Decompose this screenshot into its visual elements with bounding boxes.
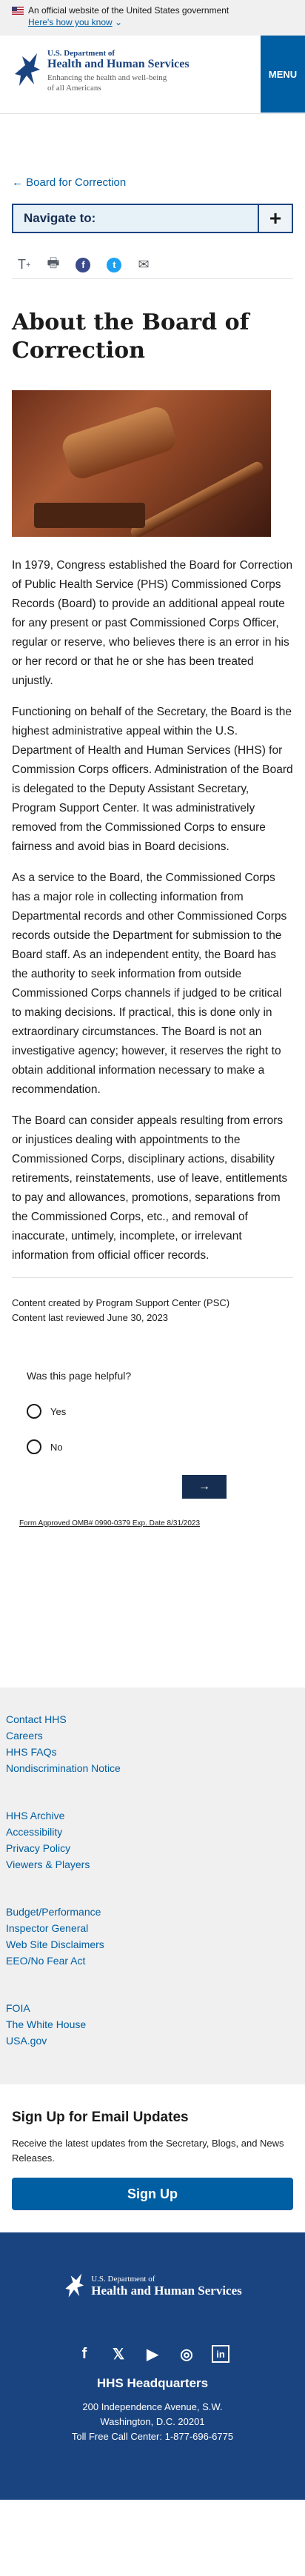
hhs-logo[interactable]: U.S. Department of Health and Human Serv… [12,49,190,93]
heres-how-you-know-link[interactable]: Here's how you know [28,17,113,27]
gavel-image [12,390,271,537]
hhs-eagle-icon [65,2273,84,2298]
facebook-icon[interactable]: f [76,2345,93,2363]
footer-group-2: HHS Archive Accessibility Privacy Policy… [6,1807,299,1873]
instagram-icon[interactable]: ◎ [178,2345,195,2363]
footer-group-3: Budget/Performance Inspector General Web… [6,1904,299,1969]
page-title: About the Board of Correction [12,310,249,364]
content-created: Content created by Program Support Cente… [12,1297,230,1308]
navigate-to-label: Navigate to: [13,205,259,232]
footer-link-ig[interactable]: Inspector General [6,1920,299,1936]
radio-no[interactable] [27,1439,41,1454]
footer-link-viewers[interactable]: Viewers & Players [6,1856,299,1873]
article-body: In 1979, Congress established the Board … [0,537,305,1265]
text-size-icon[interactable]: T + [18,257,30,272]
arrow-left-icon: ← [12,176,27,189]
print-icon[interactable]: 🖶 [47,254,59,276]
hhs-eagle-icon [15,53,40,86]
footer-link-contact[interactable]: Contact HHS [6,1711,299,1727]
footer-link-eeo[interactable]: EEO/No Fear Act [6,1953,299,1969]
navigate-to-accordion[interactable]: Navigate to: + [12,204,293,233]
linkedin-icon[interactable]: in [212,2345,229,2363]
share-toolbar: T + 🖶 f t ✉ [12,233,293,279]
breadcrumb-label: Board for Correction [26,176,127,189]
footer-dept-line1: U.S. Department of [91,2275,155,2284]
footer-link-privacy[interactable]: Privacy Policy [6,1840,299,1856]
footer-link-budget[interactable]: Budget/Performance [6,1904,299,1920]
footer-link-careers[interactable]: Careers [6,1727,299,1744]
paragraph: The Board can consider appeals resulting… [12,1114,288,1262]
youtube-icon[interactable]: ▶ [144,2345,161,2363]
breadcrumb: ← Board for Correction [0,114,305,189]
footer-link-accessibility[interactable]: Accessibility [6,1824,299,1840]
dept-line2: Health and Human Services [47,58,190,70]
signup-button[interactable]: Sign Up [12,2178,293,2210]
footer-dept-line2: Health and Human Services [91,2284,242,2298]
site-footer: U.S. Department of Health and Human Serv… [0,2232,305,2500]
footer-link-disclaimers[interactable]: Web Site Disclaimers [6,1936,299,1953]
content-meta: Content created by Program Support Cente… [12,1277,293,1325]
footer-link-foia[interactable]: FOIA [6,2000,299,2016]
site-header: U.S. Department of Health and Human Serv… [0,36,305,114]
tagline-line2: of all Americans [47,84,101,93]
chevron-down-icon: ⌄ [115,17,123,27]
dept-line1: U.S. Department of [47,49,115,58]
official-text: An official website of the United States… [28,5,229,16]
feedback-form: Was this page helpful? Yes No → [0,1325,305,1499]
call-center-phone: Toll Free Call Center: 1-877-696-6775 [71,2431,234,2442]
gov-banner: An official website of the United States… [0,0,305,36]
footer-group-4: FOIA The White House USA.gov [6,2000,299,2049]
footer-link-archive[interactable]: HHS Archive [6,1807,299,1824]
tagline-line1: Enhancing the health and well-being [47,73,167,82]
footer-link-faqs[interactable]: HHS FAQs [6,1744,299,1760]
footer-links: Contact HHS Careers HHS FAQs Nondiscrimi… [0,1687,305,2084]
facebook-icon[interactable]: f [76,257,91,272]
us-flag-icon [12,6,24,15]
email-icon[interactable]: ✉ [138,257,149,272]
address-line1: 200 Independence Avenue, S.W. [82,2401,223,2412]
footer-group-1: Contact HHS Careers HHS FAQs Nondiscrimi… [6,1711,299,1776]
signup-text: Receive the latest updates from the Secr… [12,2138,284,2164]
twitter-icon[interactable]: 𝕏 [110,2345,127,2363]
email-signup: Sign Up for Email Updates Receive the la… [0,2084,305,2232]
menu-button[interactable]: MENU [261,36,305,113]
footer-link-usagov[interactable]: USA.gov [6,2033,299,2049]
option-yes[interactable]: Yes [27,1404,278,1419]
hq-heading: HHS Headquarters [96,2376,209,2390]
footer-link-whitehouse[interactable]: The White House [6,2016,299,2033]
twitter-icon[interactable]: t [107,257,122,272]
plus-icon[interactable]: + [259,205,292,232]
option-no[interactable]: No [27,1439,278,1454]
footer-link-nondiscrimination[interactable]: Nondiscrimination Notice [6,1760,299,1776]
option-yes-label: Yes [50,1405,67,1417]
social-links: f 𝕏 ▶ ◎ in [0,2345,305,2363]
signup-heading: Sign Up for Email Updates [12,2110,189,2125]
hq-address: 200 Independence Avenue, S.W. Washington… [0,2400,305,2444]
last-reviewed: Content last reviewed June 30, 2023 [12,1312,169,1323]
omb-link[interactable]: Form Approved OMB# 0990-0379 Exp. Date 8… [19,1519,305,1528]
address-line2: Washington, D.C. 20201 [100,2416,205,2427]
paragraph: As a service to the Board, the Commissio… [12,872,287,1096]
radio-yes[interactable] [27,1404,41,1419]
option-no-label: No [50,1441,63,1453]
feedback-question: Was this page helpful? [27,1370,132,1382]
paragraph: In 1979, Congress established the Board … [12,559,293,687]
submit-arrow-button[interactable]: → [182,1475,227,1499]
breadcrumb-link[interactable]: ← Board for Correction [12,176,126,189]
paragraph: Functioning on behalf of the Secretary, … [12,706,293,853]
footer-logo[interactable]: U.S. Department of Health and Human Serv… [0,2272,305,2301]
